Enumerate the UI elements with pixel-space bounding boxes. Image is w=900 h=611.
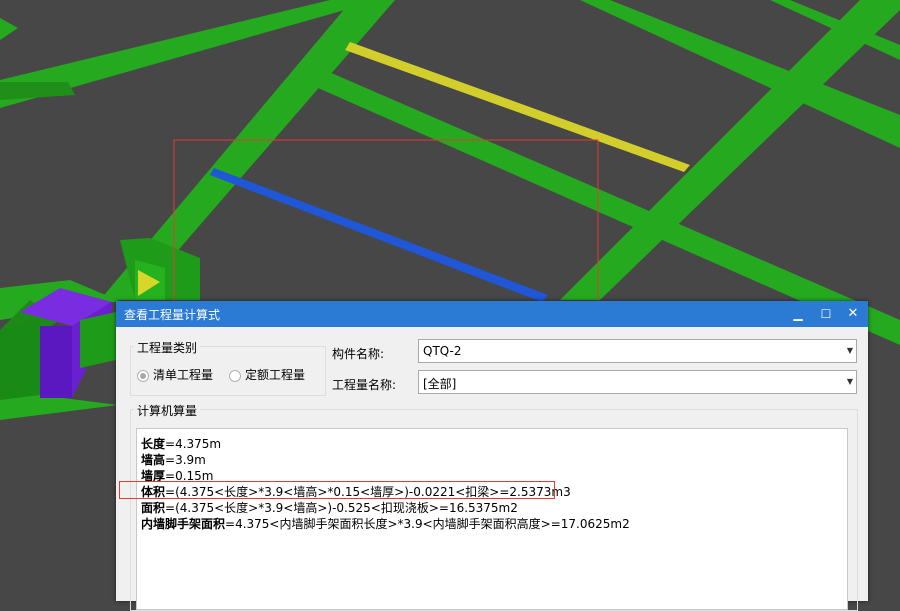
- maximize-button[interactable]: ☐: [814, 303, 838, 325]
- formula-name: 面积: [141, 501, 166, 515]
- radio-quota-quantity-label: 定额工程量: [245, 368, 306, 382]
- chevron-down-icon: ▼: [846, 346, 853, 355]
- formula-line: 面积=(4.375<长度>*3.9<墙高>)-0.525<扣现浇板>=16.53…: [141, 499, 518, 516]
- formula-name: 长度: [141, 437, 166, 451]
- radio-unchecked-icon: [229, 369, 241, 382]
- component-name-value: QTQ-2: [423, 344, 462, 358]
- green-block: [80, 312, 116, 368]
- view-quantity-formula-dialog: 查看工程量计算式 ▁ ☐ ✕ 工程量类别 清单工程量 定额工程量 构件名称: Q…: [116, 301, 868, 611]
- radio-checked-icon: [137, 369, 149, 382]
- component-name-label: 构件名称:: [332, 347, 385, 361]
- dialog-title: 查看工程量计算式: [124, 308, 221, 322]
- formula-name: 内墙脚手架面积: [141, 517, 226, 531]
- close-button[interactable]: ✕: [841, 303, 865, 325]
- volume-highlight-box: [119, 481, 555, 499]
- quantity-category-title: 工程量类别: [134, 339, 201, 356]
- formula-expression: =(4.375<长度>*3.9<墙高>)-0.525<扣现浇板>=16.5375…: [165, 501, 518, 515]
- chevron-down-icon: ▼: [846, 377, 853, 386]
- formula-text-area[interactable]: 长度=4.375m 墙高=3.9m 墙厚=0.15m 体积=(4.375<长度>…: [136, 428, 848, 610]
- computer-calculation-title: 计算机算量: [134, 402, 201, 419]
- green-block: [0, 318, 40, 408]
- formula-expression: =4.375m: [165, 437, 222, 451]
- formula-line: 墙高=3.9m: [141, 451, 206, 468]
- quantity-name-label: 工程量名称:: [332, 378, 397, 392]
- radio-quota-quantity[interactable]: 定额工程量: [229, 366, 305, 383]
- purple-block: [40, 326, 72, 398]
- formula-name: 墙高: [141, 453, 166, 467]
- component-name-select[interactable]: QTQ-2 ▼: [418, 339, 857, 363]
- formula-line: 内墙脚手架面积=4.375<内墙脚手架面积长度>*3.9<内墙脚手架面积高度>=…: [141, 515, 630, 532]
- radio-bill-quantity-label: 清单工程量: [153, 368, 214, 382]
- radio-bill-quantity[interactable]: 清单工程量: [137, 366, 213, 383]
- minimize-button[interactable]: ▁: [786, 303, 810, 325]
- quantity-name-select[interactable]: [全部] ▼: [418, 370, 857, 394]
- formula-expression: =3.9m: [165, 453, 206, 467]
- dialog-title-bar[interactable]: 查看工程量计算式 ▁ ☐ ✕: [116, 301, 868, 327]
- formula-line: 长度=4.375m: [141, 435, 221, 452]
- quantity-name-value: [全部]: [423, 377, 457, 391]
- formula-expression: =4.375<内墙脚手架面积长度>*3.9<内墙脚手架面积高度>=17.0625…: [225, 517, 630, 531]
